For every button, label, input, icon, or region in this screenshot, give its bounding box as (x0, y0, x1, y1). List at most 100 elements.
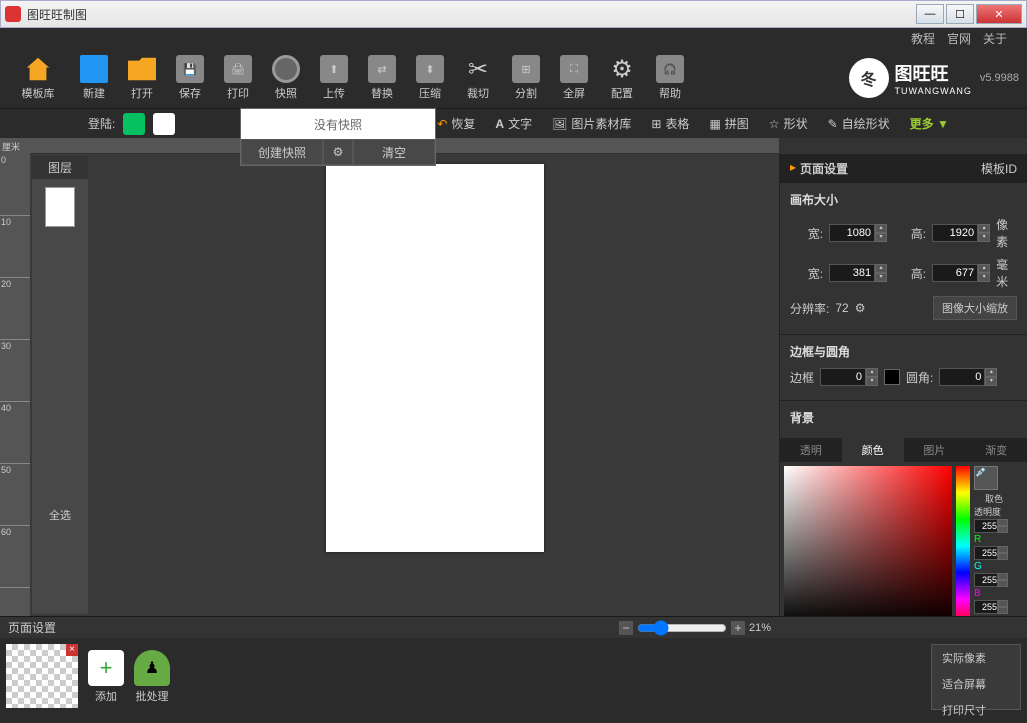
eyedrop-label: 取色 (974, 492, 1014, 505)
qq-login-button[interactable] (153, 113, 175, 135)
gear-icon: ⚙ (608, 55, 636, 83)
snapshot-settings-button[interactable]: ⚙ (323, 139, 353, 165)
border-color-swatch[interactable] (884, 369, 900, 385)
zoom-slider[interactable] (637, 620, 727, 636)
dpi-gear-icon[interactable]: ⚙ (855, 301, 866, 315)
hue-slider[interactable] (956, 466, 970, 616)
print-size-item[interactable]: 打印尺寸 (932, 697, 1020, 723)
split-button[interactable]: ⊞分割 (504, 50, 548, 106)
print-button[interactable]: 🖨打印 (216, 50, 260, 106)
window-title: 图旺旺制图 (27, 6, 914, 23)
new-icon (80, 55, 108, 83)
text-button[interactable]: A文字 (489, 113, 538, 134)
canvas-zone[interactable] (90, 154, 779, 616)
b-input[interactable] (974, 600, 998, 614)
split-icon: ⊞ (512, 55, 540, 83)
home-icon (24, 55, 52, 83)
fit-screen-item[interactable]: 适合屏幕 (932, 671, 1020, 697)
shape-button[interactable]: ☆形状 (763, 113, 814, 134)
restore-button[interactable]: ↶恢复 (431, 113, 481, 134)
plus-icon: + (88, 650, 124, 686)
height-label: 高: (893, 225, 926, 242)
mosaic-button[interactable]: ▦拼图 (703, 113, 754, 134)
print-icon: 🖨 (224, 55, 252, 83)
help-button[interactable]: 🎧帮助 (648, 50, 692, 106)
minimize-button[interactable]: — (916, 4, 944, 24)
zoom-in-button[interactable]: + (731, 621, 745, 635)
logo: 冬 图旺旺 TUWANGWANG v5.9988 (849, 58, 1019, 98)
upload-button[interactable]: ⬆上传 (312, 50, 356, 106)
open-icon (128, 55, 156, 83)
ruler-unit: 厘米 (0, 138, 30, 154)
compress-button[interactable]: ⬍压缩 (408, 50, 452, 106)
replace-button[interactable]: ⇄替换 (360, 50, 404, 106)
radius-label: 圆角: (906, 369, 933, 386)
titlebar: 图旺旺制图 — ☐ ✕ (0, 0, 1027, 28)
px-unit-label: 像素 (996, 216, 1017, 250)
template-id-label[interactable]: 模板ID (981, 160, 1017, 177)
ruler-vertical: 0 10 20 30 40 50 60 (0, 154, 30, 616)
table-button[interactable]: ⊞表格 (645, 113, 695, 134)
crop-button[interactable]: ✂裁切 (456, 50, 500, 106)
zoom-out-button[interactable]: − (619, 621, 633, 635)
app-icon (5, 6, 21, 22)
page-thumb[interactable]: × (6, 644, 78, 708)
radius-input[interactable]: ▴▾ (939, 368, 997, 386)
bg-tabs: 透明 颜色 图片 渐变 (780, 438, 1027, 462)
more-button[interactable]: 更多 ▼ (904, 113, 955, 134)
top-about[interactable]: 关于 (983, 30, 1007, 47)
width-px-input[interactable]: ▴▾ (829, 224, 887, 242)
g-input[interactable] (974, 573, 998, 587)
bg-tab-color[interactable]: 颜色 (842, 438, 904, 462)
open-button[interactable]: 打开 (120, 50, 164, 106)
upload-icon: ⬆ (320, 55, 348, 83)
create-snapshot-button[interactable]: 创建快照 (241, 139, 323, 165)
actual-pixels-item[interactable]: 实际像素 (932, 645, 1020, 671)
batch-icon: ♟ (134, 650, 170, 686)
close-button[interactable]: ✕ (976, 4, 1022, 24)
delete-page-button[interactable]: × (66, 644, 78, 656)
top-official[interactable]: 官网 (947, 30, 971, 47)
scale-image-button[interactable]: 图像大小缩放 (933, 296, 1017, 320)
layer-title: 图层 (32, 156, 88, 179)
logo-en: TUWANGWANG (895, 86, 972, 96)
add-page-button[interactable]: + 添加 (88, 644, 124, 710)
select-all-button[interactable]: 全选 (32, 507, 88, 523)
chevron-right-icon: ▸ (790, 160, 796, 177)
height-px-input[interactable]: ▴▾ (932, 224, 990, 242)
save-button[interactable]: 💾保存 (168, 50, 212, 106)
fullscreen-button[interactable]: ⛶全屏 (552, 50, 596, 106)
footer-panel: × + 添加 ♟ 批处理 实际像素 适合屏幕 打印尺寸 (0, 638, 1027, 716)
opacity-input[interactable] (974, 519, 998, 533)
wechat-login-button[interactable] (123, 113, 145, 135)
config-button[interactable]: ⚙配置 (600, 50, 644, 106)
bg-section-header: 背景 (780, 401, 1027, 430)
template-lib-button[interactable]: 模板库 (8, 50, 68, 106)
dpi-value: 72 (835, 301, 848, 315)
maximize-button[interactable]: ☐ (946, 4, 974, 24)
snapshot-button[interactable]: 快照 (264, 50, 308, 106)
color-picker-canvas[interactable] (784, 466, 952, 616)
zoom-context-menu: 实际像素 适合屏幕 打印尺寸 (931, 644, 1021, 710)
border-input[interactable]: ▴▾ (820, 368, 878, 386)
image-lib-button[interactable]: 🖼图片素材库 (546, 113, 637, 134)
height-mm-input[interactable]: ▴▾ (932, 264, 990, 282)
width-mm-input[interactable]: ▴▾ (829, 264, 887, 282)
batch-button[interactable]: ♟ 批处理 (134, 644, 170, 710)
bg-tab-transparent[interactable]: 透明 (780, 438, 842, 462)
rpanel-title: 页面设置 (800, 160, 981, 177)
bg-tab-gradient[interactable]: 渐变 (965, 438, 1027, 462)
version-label: v5.9988 (980, 72, 1019, 84)
layer-thumb[interactable] (45, 187, 75, 227)
draw-shape-button[interactable]: ✎自绘形状 (822, 113, 896, 134)
clear-snapshot-button[interactable]: 清空 (353, 139, 435, 165)
eyedropper-button[interactable]: 💉 (974, 466, 998, 490)
second-toolbar: 登陆: ↶恢复 A文字 🖼图片素材库 ⊞表格 ▦拼图 ☆形状 ✎自绘形状 更多 … (0, 108, 1027, 138)
bg-tab-image[interactable]: 图片 (904, 438, 966, 462)
opacity-label: 透明度 (974, 505, 1014, 518)
top-tutorial[interactable]: 教程 (911, 30, 935, 47)
r-input[interactable] (974, 546, 998, 560)
canvas[interactable] (326, 164, 544, 552)
new-button[interactable]: 新建 (72, 50, 116, 106)
zoom-percent: 21% (749, 622, 771, 634)
